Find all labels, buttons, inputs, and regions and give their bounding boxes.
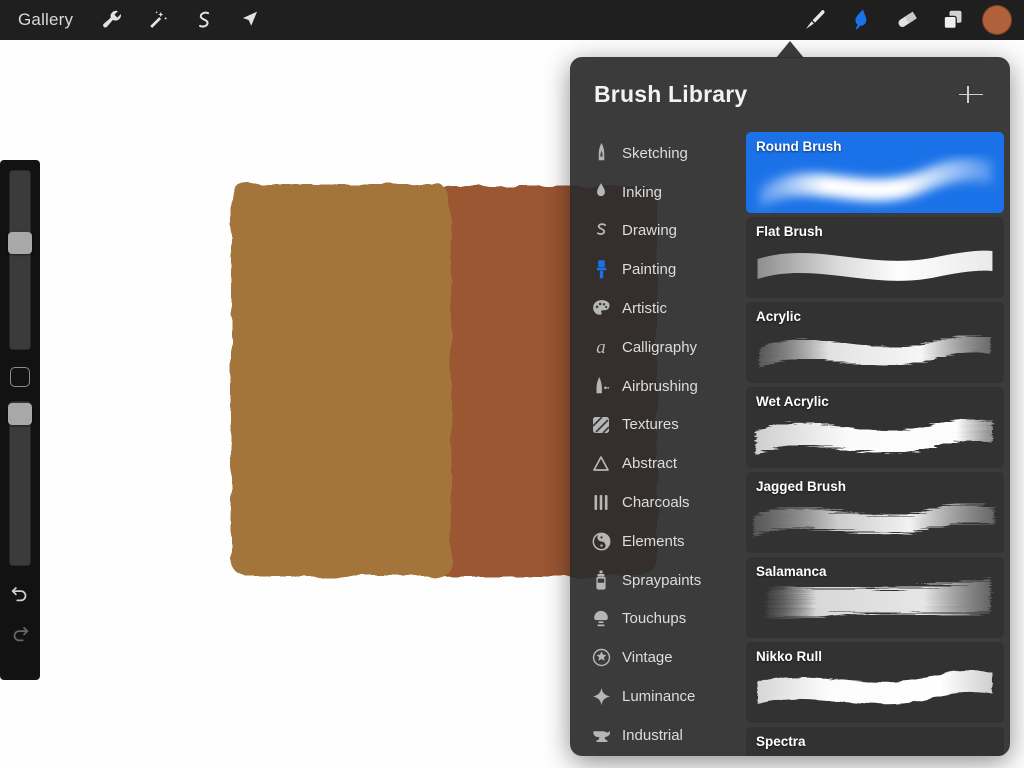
ochre-rectangle [231, 184, 451, 576]
brush-name: Salamanca [756, 564, 827, 579]
category-label: Calligraphy [622, 339, 697, 356]
category-label: Abstract [622, 455, 677, 472]
category-label: Inking [622, 184, 662, 201]
category-charcoals[interactable]: Charcoals [570, 483, 740, 522]
category-label: Painting [622, 261, 676, 278]
category-label: Touchups [622, 610, 686, 627]
category-industrial[interactable]: Industrial [570, 716, 740, 755]
triangle-icon [588, 455, 614, 472]
brush-item-nikko-rull[interactable]: Nikko Rull [746, 642, 1004, 723]
brush-name: Flat Brush [756, 224, 823, 239]
brush-item-wet-acrylic[interactable]: Wet Acrylic [746, 387, 1004, 468]
brush-opacity-slider[interactable] [9, 401, 31, 566]
dome-lamp-icon [588, 609, 614, 628]
category-luminance[interactable]: Luminance [570, 677, 740, 716]
brush-item-jagged-brush[interactable]: Jagged Brush [746, 472, 1004, 553]
brush-item-spectra[interactable]: Spectra [746, 727, 1004, 756]
category-airbrushing[interactable]: Airbrushing [570, 367, 740, 406]
add-brush-icon[interactable] [956, 80, 986, 110]
brush-name: Nikko Rull [756, 649, 822, 664]
category-label: Charcoals [622, 494, 690, 511]
category-painting[interactable]: Painting [570, 250, 740, 289]
page-title: Brush Library [594, 81, 747, 108]
category-label: Luminance [622, 688, 695, 705]
brush-size-thumb[interactable] [8, 232, 32, 254]
gallery-button[interactable]: Gallery [0, 10, 89, 30]
category-label: Textures [622, 416, 679, 433]
actions-wrench-icon[interactable] [89, 0, 135, 40]
category-label: Industrial [622, 727, 683, 744]
pencil-tip-icon [588, 143, 614, 163]
category-label: Drawing [622, 222, 677, 239]
brush-item-salamanca[interactable]: Salamanca [746, 557, 1004, 638]
category-vintage[interactable]: Vintage [570, 638, 740, 677]
category-inking[interactable]: Inking [570, 173, 740, 212]
procreate-window: Gallery [0, 0, 1024, 768]
selection-icon[interactable] [181, 0, 227, 40]
brush-name: Round Brush [756, 139, 842, 154]
category-abstract[interactable]: Abstract [570, 444, 740, 483]
sparkle-icon [588, 687, 614, 706]
yin-yang-icon [588, 532, 614, 551]
airbrush-cone-icon [588, 376, 614, 396]
undo-button[interactable] [3, 576, 37, 610]
brush-item-flat-brush[interactable]: Flat Brush [746, 217, 1004, 298]
category-calligraphy[interactable]: a Calligraphy [570, 328, 740, 367]
palette-icon [588, 299, 614, 318]
anvil-icon [588, 726, 614, 745]
left-sidebar [0, 160, 40, 680]
brush-library-header: Brush Library [570, 57, 1010, 132]
brush-name: Acrylic [756, 309, 801, 324]
brush-item-round-brush[interactable]: Round Brush [746, 132, 1004, 213]
brush-opacity-thumb[interactable] [8, 403, 32, 425]
category-elements[interactable]: Elements [570, 522, 740, 561]
category-textures[interactable]: Textures [570, 406, 740, 445]
category-label: Spraypaints [622, 572, 701, 589]
transform-arrow-icon[interactable] [227, 0, 273, 40]
squiggle-icon [588, 221, 614, 241]
brush-library-popover: Brush Library Sketching [570, 57, 1010, 756]
letter-a-icon: a [588, 338, 614, 357]
category-label: Elements [622, 533, 685, 550]
category-label: Vintage [622, 649, 673, 666]
hatch-square-icon [588, 416, 614, 434]
category-drawing[interactable]: Drawing [570, 212, 740, 251]
brush-item-acrylic[interactable]: Acrylic [746, 302, 1004, 383]
top-toolbar: Gallery [0, 0, 1024, 40]
popover-pointer [776, 41, 804, 58]
ink-drop-icon [588, 182, 614, 202]
category-artistic[interactable]: Artistic [570, 289, 740, 328]
brush-name: Jagged Brush [756, 479, 846, 494]
category-touchups[interactable]: Touchups [570, 600, 740, 639]
category-label: Artistic [622, 300, 667, 317]
category-sketching[interactable]: Sketching [570, 134, 740, 173]
brush-name: Wet Acrylic [756, 394, 829, 409]
brush-category-list: Sketching Inking [570, 132, 740, 756]
redo-button[interactable] [3, 616, 37, 650]
paint-brush-icon[interactable] [792, 0, 838, 40]
category-spraypaints[interactable]: Spraypaints [570, 561, 740, 600]
modify-button[interactable] [10, 367, 30, 387]
brush-name: Spectra [756, 734, 806, 749]
smudge-icon[interactable] [838, 0, 884, 40]
spray-can-icon [588, 570, 614, 591]
paint-brush-flat-icon [588, 259, 614, 280]
adjustments-wand-icon[interactable] [135, 0, 181, 40]
color-swatch[interactable] [982, 5, 1012, 35]
brush-list: Round Brush [740, 132, 1010, 756]
layers-icon[interactable] [930, 0, 976, 40]
eraser-icon[interactable] [884, 0, 930, 40]
category-label: Sketching [622, 145, 688, 162]
brush-size-slider[interactable] [9, 170, 31, 350]
star-circle-icon [588, 648, 614, 667]
three-bars-icon [588, 494, 614, 511]
category-label: Airbrushing [622, 378, 698, 395]
